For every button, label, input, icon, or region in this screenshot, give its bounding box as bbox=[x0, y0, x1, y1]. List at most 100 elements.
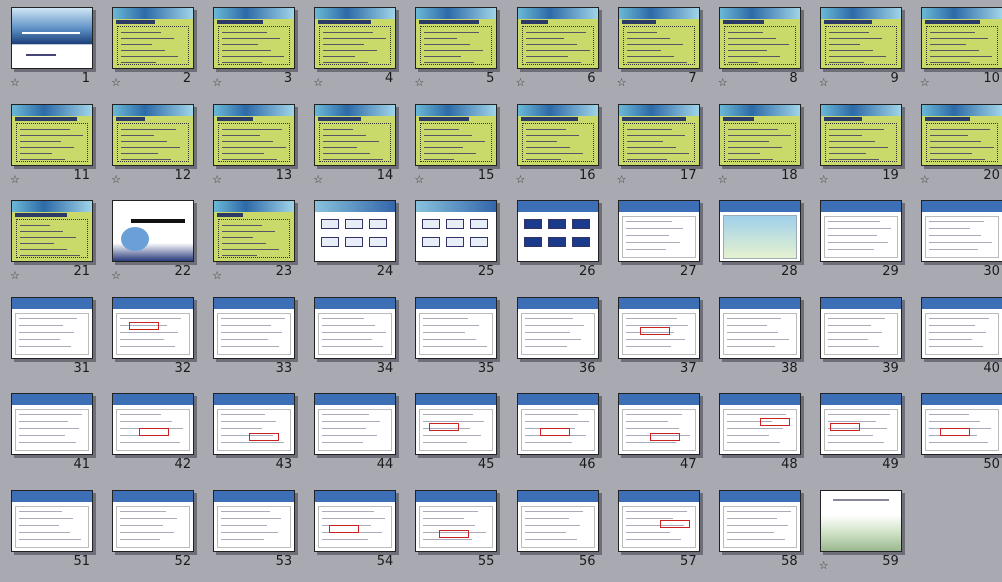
slide-thumbnail-33[interactable]: 33 bbox=[207, 292, 308, 388]
slide-thumbnail-44[interactable]: 44 bbox=[308, 388, 409, 484]
slide-thumbnail-50[interactable]: 50 bbox=[915, 388, 1002, 484]
slide-thumbnail-39[interactable]: 39 bbox=[814, 292, 915, 388]
slide-thumbnail-4[interactable]: ☆ 4 bbox=[308, 2, 409, 98]
slide-thumbnail-10[interactable]: ☆ 10 bbox=[915, 2, 1002, 98]
slide-thumbnail-7[interactable]: ☆ 7 bbox=[612, 2, 713, 98]
slide-preview[interactable] bbox=[617, 200, 700, 262]
slide-preview[interactable] bbox=[920, 103, 1002, 166]
slide-thumbnail-26[interactable]: 26 bbox=[511, 195, 612, 291]
slide-thumbnail-56[interactable]: 56 bbox=[511, 485, 612, 581]
slide-preview[interactable] bbox=[617, 489, 700, 552]
slide-thumbnail-32[interactable]: 32 bbox=[106, 292, 207, 388]
slide-preview[interactable] bbox=[11, 200, 93, 262]
slide-preview[interactable] bbox=[415, 103, 498, 166]
slide-thumbnail-23[interactable]: ☆ 23 bbox=[207, 195, 308, 291]
slide-thumbnail-52[interactable]: 52 bbox=[106, 485, 207, 581]
slide-thumbnail-47[interactable]: 47 bbox=[612, 388, 713, 484]
slide-thumbnail-38[interactable]: 38 bbox=[713, 292, 814, 388]
slide-thumbnail-3[interactable]: ☆ 3 bbox=[207, 2, 308, 98]
slide-preview[interactable] bbox=[314, 393, 397, 455]
slide-preview[interactable] bbox=[213, 393, 296, 455]
slide-preview[interactable] bbox=[314, 103, 397, 166]
slide-preview[interactable] bbox=[11, 296, 93, 359]
slide-thumbnail-40[interactable]: 40 bbox=[915, 292, 1002, 388]
slide-preview[interactable] bbox=[516, 489, 599, 552]
slide-thumbnail-46[interactable]: 46 bbox=[511, 388, 612, 484]
slide-thumbnail-49[interactable]: 49 bbox=[814, 388, 915, 484]
slide-preview[interactable] bbox=[617, 296, 700, 359]
slide-preview[interactable] bbox=[415, 200, 498, 262]
slide-thumbnail-58[interactable]: 58 bbox=[713, 485, 814, 581]
slide-preview[interactable] bbox=[112, 296, 195, 359]
slide-preview[interactable] bbox=[819, 7, 902, 69]
slide-thumbnail-25[interactable]: 25 bbox=[409, 195, 510, 291]
slide-preview[interactable] bbox=[213, 103, 296, 166]
slide-preview[interactable] bbox=[11, 489, 93, 552]
slide-thumbnail-5[interactable]: ☆ 5 bbox=[409, 2, 510, 98]
slide-preview[interactable] bbox=[617, 7, 700, 69]
slide-thumbnail-37[interactable]: 37 bbox=[612, 292, 713, 388]
slide-thumbnail-16[interactable]: ☆ 16 bbox=[511, 99, 612, 195]
slide-thumbnail-18[interactable]: ☆ 18 bbox=[713, 99, 814, 195]
slide-thumbnail-31[interactable]: 31 bbox=[5, 292, 106, 388]
slide-thumbnail-41[interactable]: 41 bbox=[5, 388, 106, 484]
slide-thumbnail-20[interactable]: ☆ 20 bbox=[915, 99, 1002, 195]
slide-preview[interactable] bbox=[213, 296, 296, 359]
slide-preview[interactable] bbox=[920, 7, 1002, 69]
slide-thumbnail-28[interactable]: 28 bbox=[713, 195, 814, 291]
slide-thumbnail-14[interactable]: ☆ 14 bbox=[308, 99, 409, 195]
slide-preview[interactable] bbox=[11, 393, 93, 455]
slide-preview[interactable] bbox=[112, 393, 195, 455]
slide-preview[interactable] bbox=[819, 103, 902, 166]
slide-preview[interactable] bbox=[314, 296, 397, 359]
slide-preview[interactable] bbox=[112, 489, 195, 552]
slide-thumbnail-1[interactable]: ☆ 1 bbox=[5, 2, 106, 98]
slide-preview[interactable] bbox=[718, 296, 801, 359]
slide-thumbnail-55[interactable]: 55 bbox=[409, 485, 510, 581]
slide-preview[interactable] bbox=[819, 296, 902, 359]
slide-thumbnail-35[interactable]: 35 bbox=[409, 292, 510, 388]
slide-thumbnail-30[interactable]: 30 bbox=[915, 195, 1002, 291]
slide-thumbnail-53[interactable]: 53 bbox=[207, 485, 308, 581]
slide-preview[interactable] bbox=[920, 393, 1002, 455]
slide-preview[interactable] bbox=[112, 200, 195, 262]
slide-preview[interactable] bbox=[112, 7, 195, 69]
slide-preview[interactable] bbox=[516, 103, 599, 166]
slide-preview[interactable] bbox=[718, 489, 801, 552]
slide-thumbnail-54[interactable]: 54 bbox=[308, 485, 409, 581]
slide-preview[interactable] bbox=[516, 200, 599, 262]
slide-thumbnail-8[interactable]: ☆ 8 bbox=[713, 2, 814, 98]
slide-preview[interactable] bbox=[415, 393, 498, 455]
slide-preview[interactable] bbox=[213, 200, 296, 262]
slide-thumbnail-29[interactable]: 29 bbox=[814, 195, 915, 291]
slide-preview[interactable] bbox=[415, 296, 498, 359]
slide-preview[interactable] bbox=[718, 103, 801, 166]
slide-thumbnail-12[interactable]: ☆ 12 bbox=[106, 99, 207, 195]
slide-preview[interactable] bbox=[415, 489, 498, 552]
slide-preview[interactable] bbox=[920, 200, 1002, 262]
slide-thumbnail-59[interactable]: ☆ 59 bbox=[814, 485, 915, 581]
slide-preview[interactable] bbox=[314, 7, 397, 69]
slide-thumbnail-24[interactable]: 24 bbox=[308, 195, 409, 291]
slide-preview[interactable] bbox=[314, 489, 397, 552]
slide-thumbnail-27[interactable]: 27 bbox=[612, 195, 713, 291]
slide-thumbnail-11[interactable]: ☆ 11 bbox=[5, 99, 106, 195]
slide-preview[interactable] bbox=[819, 200, 902, 262]
slide-thumbnail-57[interactable]: 57 bbox=[612, 485, 713, 581]
slide-preview[interactable] bbox=[516, 296, 599, 359]
slide-preview[interactable] bbox=[920, 296, 1002, 359]
slide-thumbnail-6[interactable]: ☆ 6 bbox=[511, 2, 612, 98]
slide-thumbnail-15[interactable]: ☆ 15 bbox=[409, 99, 510, 195]
slide-thumbnail-22[interactable]: ☆ 22 bbox=[106, 195, 207, 291]
slide-thumbnail-36[interactable]: 36 bbox=[511, 292, 612, 388]
slide-preview[interactable] bbox=[718, 7, 801, 69]
slide-preview[interactable] bbox=[112, 103, 195, 166]
slide-thumbnail-21[interactable]: ☆ 21 bbox=[5, 195, 106, 291]
slide-preview[interactable] bbox=[617, 103, 700, 166]
slide-preview[interactable] bbox=[516, 7, 599, 69]
slide-preview[interactable] bbox=[415, 7, 498, 69]
slide-preview[interactable] bbox=[718, 393, 801, 455]
slide-thumbnail-19[interactable]: ☆ 19 bbox=[814, 99, 915, 195]
slide-preview[interactable] bbox=[819, 489, 902, 552]
slide-preview[interactable] bbox=[213, 489, 296, 552]
